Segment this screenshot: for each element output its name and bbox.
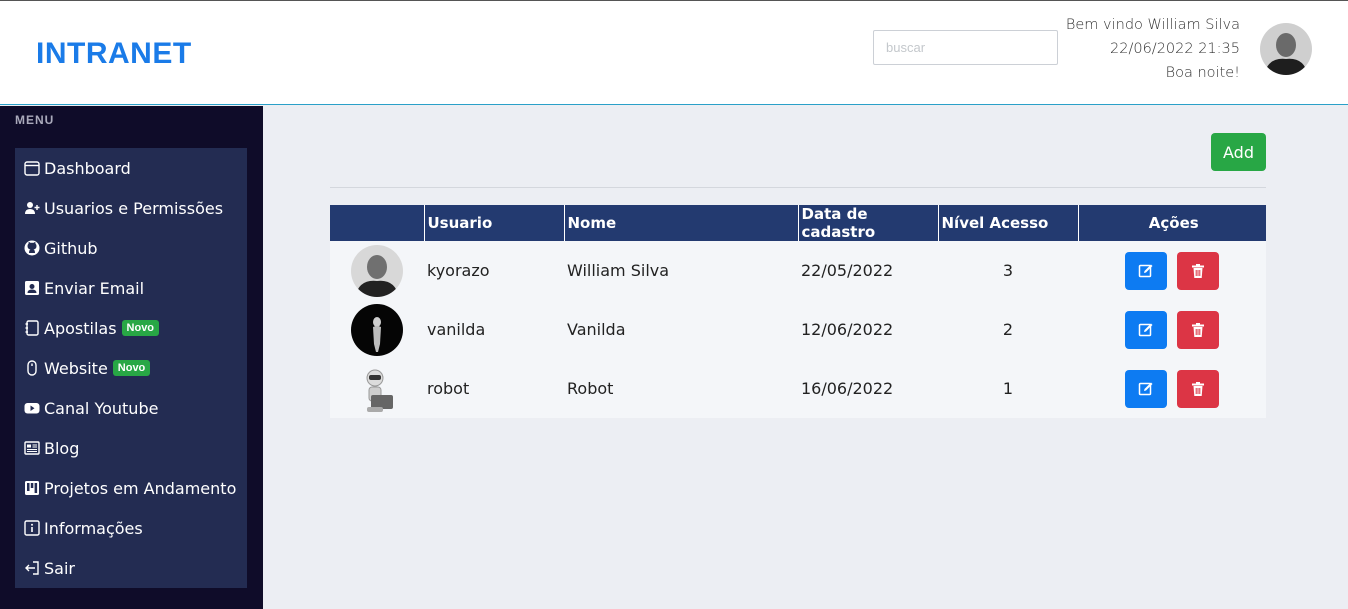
welcome-text: Bem vindo William Silva [1065, 17, 1240, 33]
new-badge: Novo [121, 320, 160, 336]
cell-usuario: robot [424, 359, 564, 418]
table-row: vanilda Vanilda 12/06/2022 2 [330, 300, 1266, 359]
delete-button[interactable] [1176, 369, 1219, 408]
sidebar-item-label: Projetos em Andamento [44, 478, 237, 498]
column-header-avatar [330, 205, 424, 241]
info-icon [23, 519, 41, 537]
add-button[interactable]: Add [1211, 133, 1266, 171]
top-header: INTRANET Bem vindo William Silva 22/06/2… [0, 0, 1348, 105]
cell-data: 16/06/2022 [798, 359, 938, 418]
contact-card-icon [23, 279, 41, 297]
user-plus-icon [23, 199, 41, 217]
sidebar-item-label: Apostilas [44, 318, 117, 338]
datetime-text: 22/06/2022 21:35 [1110, 41, 1240, 57]
user-info: Bem vindo William Silva 22/06/2022 21:35… [1066, 13, 1240, 85]
sidebar-item-usuarios[interactable]: Usuarios e Permissões [15, 188, 247, 228]
column-header-nome: Nome [563, 205, 798, 241]
sidebar-item-label: Website [44, 358, 108, 378]
sidebar: MENU Dashboard Usuarios e Permissões Git… [0, 106, 263, 609]
sidebar-item-label: Enviar Email [44, 278, 145, 298]
user-avatar [351, 362, 403, 415]
sidebar-item-dashboard[interactable]: Dashboard [15, 148, 247, 188]
menu-title: MENU [15, 113, 55, 127]
divider [330, 187, 1266, 188]
calendar-icon [23, 159, 41, 177]
edit-button[interactable] [1125, 369, 1168, 408]
delete-button[interactable] [1176, 251, 1219, 290]
kanban-icon [23, 479, 41, 497]
notebook-icon [23, 319, 41, 337]
sidebar-item-youtube[interactable]: Canal Youtube [15, 388, 247, 428]
edit-icon [1139, 323, 1153, 336]
new-badge: Novo [112, 360, 151, 376]
user-avatar[interactable] [1260, 23, 1312, 75]
sidebar-item-projetos[interactable]: Projetos em Andamento [15, 468, 247, 508]
logout-icon [23, 559, 41, 577]
github-icon [23, 239, 41, 257]
user-avatar [351, 244, 403, 297]
sidebar-item-informacoes[interactable]: Informações [15, 508, 247, 548]
edit-icon [1139, 264, 1153, 277]
column-header-usuario: Usuario [423, 205, 564, 241]
cell-nivel: 3 [938, 241, 1078, 300]
sidebar-item-label: Blog [44, 438, 80, 458]
sidebar-item-apostilas[interactable]: Apostilas Novo [15, 308, 247, 348]
sidebar-menu: Dashboard Usuarios e Permissões Github E… [15, 148, 247, 588]
cell-usuario: vanilda [424, 300, 564, 359]
cell-nome: Vanilda [564, 300, 798, 359]
cell-nivel: 1 [938, 359, 1078, 418]
cell-nome: Robot [564, 359, 798, 418]
sidebar-item-blog[interactable]: Blog [15, 428, 247, 468]
delete-button[interactable] [1176, 310, 1219, 349]
table-row: kyorazo William Silva 22/05/2022 3 [330, 241, 1266, 300]
user-avatar [351, 303, 403, 356]
cell-nivel: 2 [938, 300, 1078, 359]
newspaper-icon [23, 439, 41, 457]
youtube-icon [23, 399, 41, 417]
search-input[interactable] [873, 30, 1058, 65]
table-row: robot Robot 16/06/2022 1 [330, 359, 1266, 418]
sidebar-item-label: Informações [44, 518, 143, 538]
trash-icon [1191, 263, 1204, 278]
trash-icon [1191, 381, 1204, 396]
sidebar-item-label: Dashboard [44, 158, 131, 178]
sidebar-item-website[interactable]: Website Novo [15, 348, 247, 388]
sidebar-item-label: Canal Youtube [44, 398, 159, 418]
sidebar-item-github[interactable]: Github [15, 228, 247, 268]
sidebar-item-email[interactable]: Enviar Email [15, 268, 247, 308]
table-header-row: Usuario Nome Data de cadastro Nível Aces… [330, 205, 1266, 241]
sidebar-item-label: Github [44, 238, 98, 258]
brand-logo[interactable]: INTRANET [36, 37, 192, 71]
edit-icon [1139, 382, 1153, 395]
cell-nome: William Silva [564, 241, 798, 300]
cell-data: 22/05/2022 [798, 241, 938, 300]
column-header-acoes: Ações [1077, 205, 1266, 241]
greeting-text: Boa noite! [1165, 65, 1240, 81]
edit-button[interactable] [1125, 310, 1168, 349]
column-header-data: Data de cadastro [797, 205, 938, 241]
column-header-nivel: Nível Acesso [937, 205, 1078, 241]
sidebar-item-label: Usuarios e Permissões [44, 198, 224, 218]
sidebar-item-label: Sair [44, 558, 75, 578]
users-table: Usuario Nome Data de cadastro Nível Aces… [330, 205, 1266, 418]
trash-icon [1191, 322, 1204, 337]
sidebar-item-sair[interactable]: Sair [15, 548, 247, 588]
cell-data: 12/06/2022 [798, 300, 938, 359]
edit-button[interactable] [1125, 251, 1168, 290]
mouse-icon [23, 359, 41, 377]
cell-usuario: kyorazo [424, 241, 564, 300]
